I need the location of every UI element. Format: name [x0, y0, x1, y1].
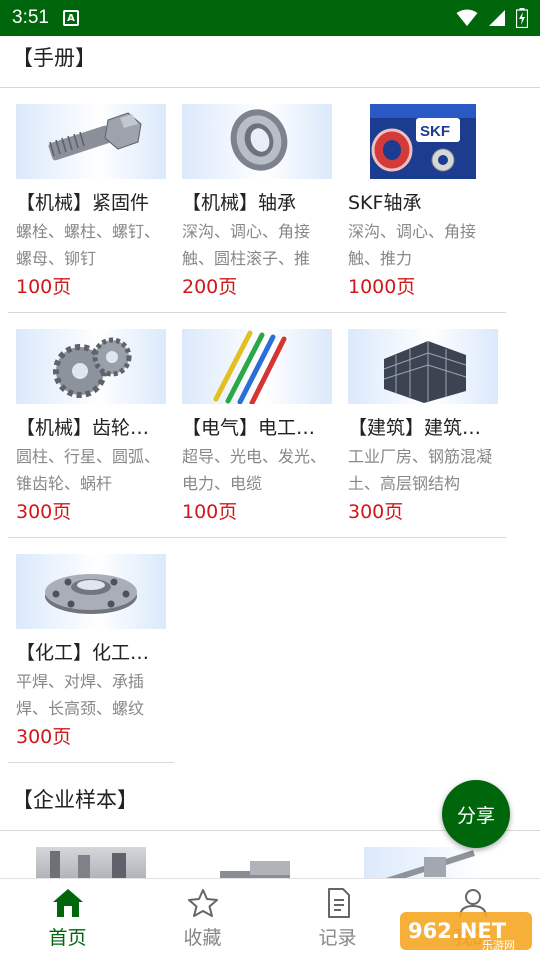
section-title-manual: 【手册】 — [12, 46, 96, 70]
card-description: 超导、光电、发光、电力、电缆 — [182, 447, 327, 493]
divider — [8, 537, 506, 538]
main-content[interactable]: 【手册】 【机械】紧固件 螺栓、螺柱、螺钉、螺母、铆钉 100页 【机械】轴承 … — [0, 36, 540, 878]
enterprise-sample-image[interactable] — [364, 847, 482, 878]
svg-text:乐游网: 乐游网 — [482, 939, 515, 952]
nav-item-favorites[interactable]: 收藏 — [135, 879, 270, 960]
status-bar: 3:51 A — [0, 0, 540, 36]
card-page-count: 300页 — [16, 726, 72, 748]
card-page-count: 200页 — [182, 276, 238, 298]
nav-item-home[interactable]: 首页 — [0, 879, 135, 960]
nav-item-history[interactable]: 记录 — [270, 879, 405, 960]
card-title: 【电气】电工… — [182, 417, 316, 439]
status-icons — [456, 8, 528, 28]
card-title: 【化工】化工… — [16, 642, 150, 664]
nav-label: 收藏 — [183, 927, 222, 949]
card-title: SKF轴承 — [348, 192, 422, 214]
share-button[interactable]: 分享 — [442, 780, 510, 848]
document-icon — [327, 888, 350, 918]
battery-icon — [516, 8, 528, 28]
divider — [0, 87, 540, 88]
card-description: 深沟、调心、角接触、推力 — [348, 222, 477, 268]
bolt-image — [16, 104, 166, 179]
card-description: 工业厂房、钢筋混凝土、高层钢结构 — [348, 447, 493, 493]
skf-bearing-image: SKF — [348, 104, 498, 179]
cable-image — [182, 329, 332, 404]
nav-label: 首页 — [48, 927, 87, 949]
card-description: 螺栓、螺柱、螺钉、螺母、铆钉 — [16, 222, 161, 268]
site-watermark-logo: 962.NET 乐游网 — [398, 908, 534, 954]
notification-a-icon: A — [62, 10, 79, 26]
card-page-count: 1000页 — [348, 276, 416, 298]
card-description: 圆柱、行星、圆弧、锥齿轮、蜗杆 — [16, 447, 161, 493]
card-page-count: 300页 — [348, 501, 404, 523]
bearing-image — [182, 104, 332, 179]
wifi-icon — [456, 9, 478, 26]
gear-image — [16, 329, 166, 404]
card-description: 平焊、对焊、承插焊、长高颈、螺纹 — [16, 672, 145, 718]
section-title-enterprise: 【企业样本】 — [12, 788, 138, 812]
card-page-count: 300页 — [16, 501, 72, 523]
home-icon — [52, 889, 83, 917]
card-title: 【机械】齿轮… — [16, 417, 150, 439]
card-title: 【机械】紧固件 — [16, 192, 150, 214]
card-title: 【机械】轴承 — [182, 192, 297, 214]
enterprise-sample-image[interactable] — [36, 847, 146, 878]
star-icon — [187, 889, 218, 917]
signal-icon — [489, 10, 505, 26]
building-frame-image — [348, 329, 498, 404]
card-description: 深沟、调心、角接触、圆柱滚子、推 — [182, 222, 311, 268]
card-title: 【建筑】建筑… — [348, 417, 482, 439]
divider — [8, 762, 174, 763]
enterprise-sample-image[interactable] — [190, 847, 310, 878]
card-page-count: 100页 — [182, 501, 238, 523]
nav-label: 记录 — [318, 927, 357, 949]
divider — [8, 312, 506, 313]
flange-image — [16, 554, 166, 629]
svg-text:SKF: SKF — [420, 123, 450, 140]
status-time: 3:51 — [12, 7, 49, 28]
card-page-count: 100页 — [16, 276, 72, 298]
